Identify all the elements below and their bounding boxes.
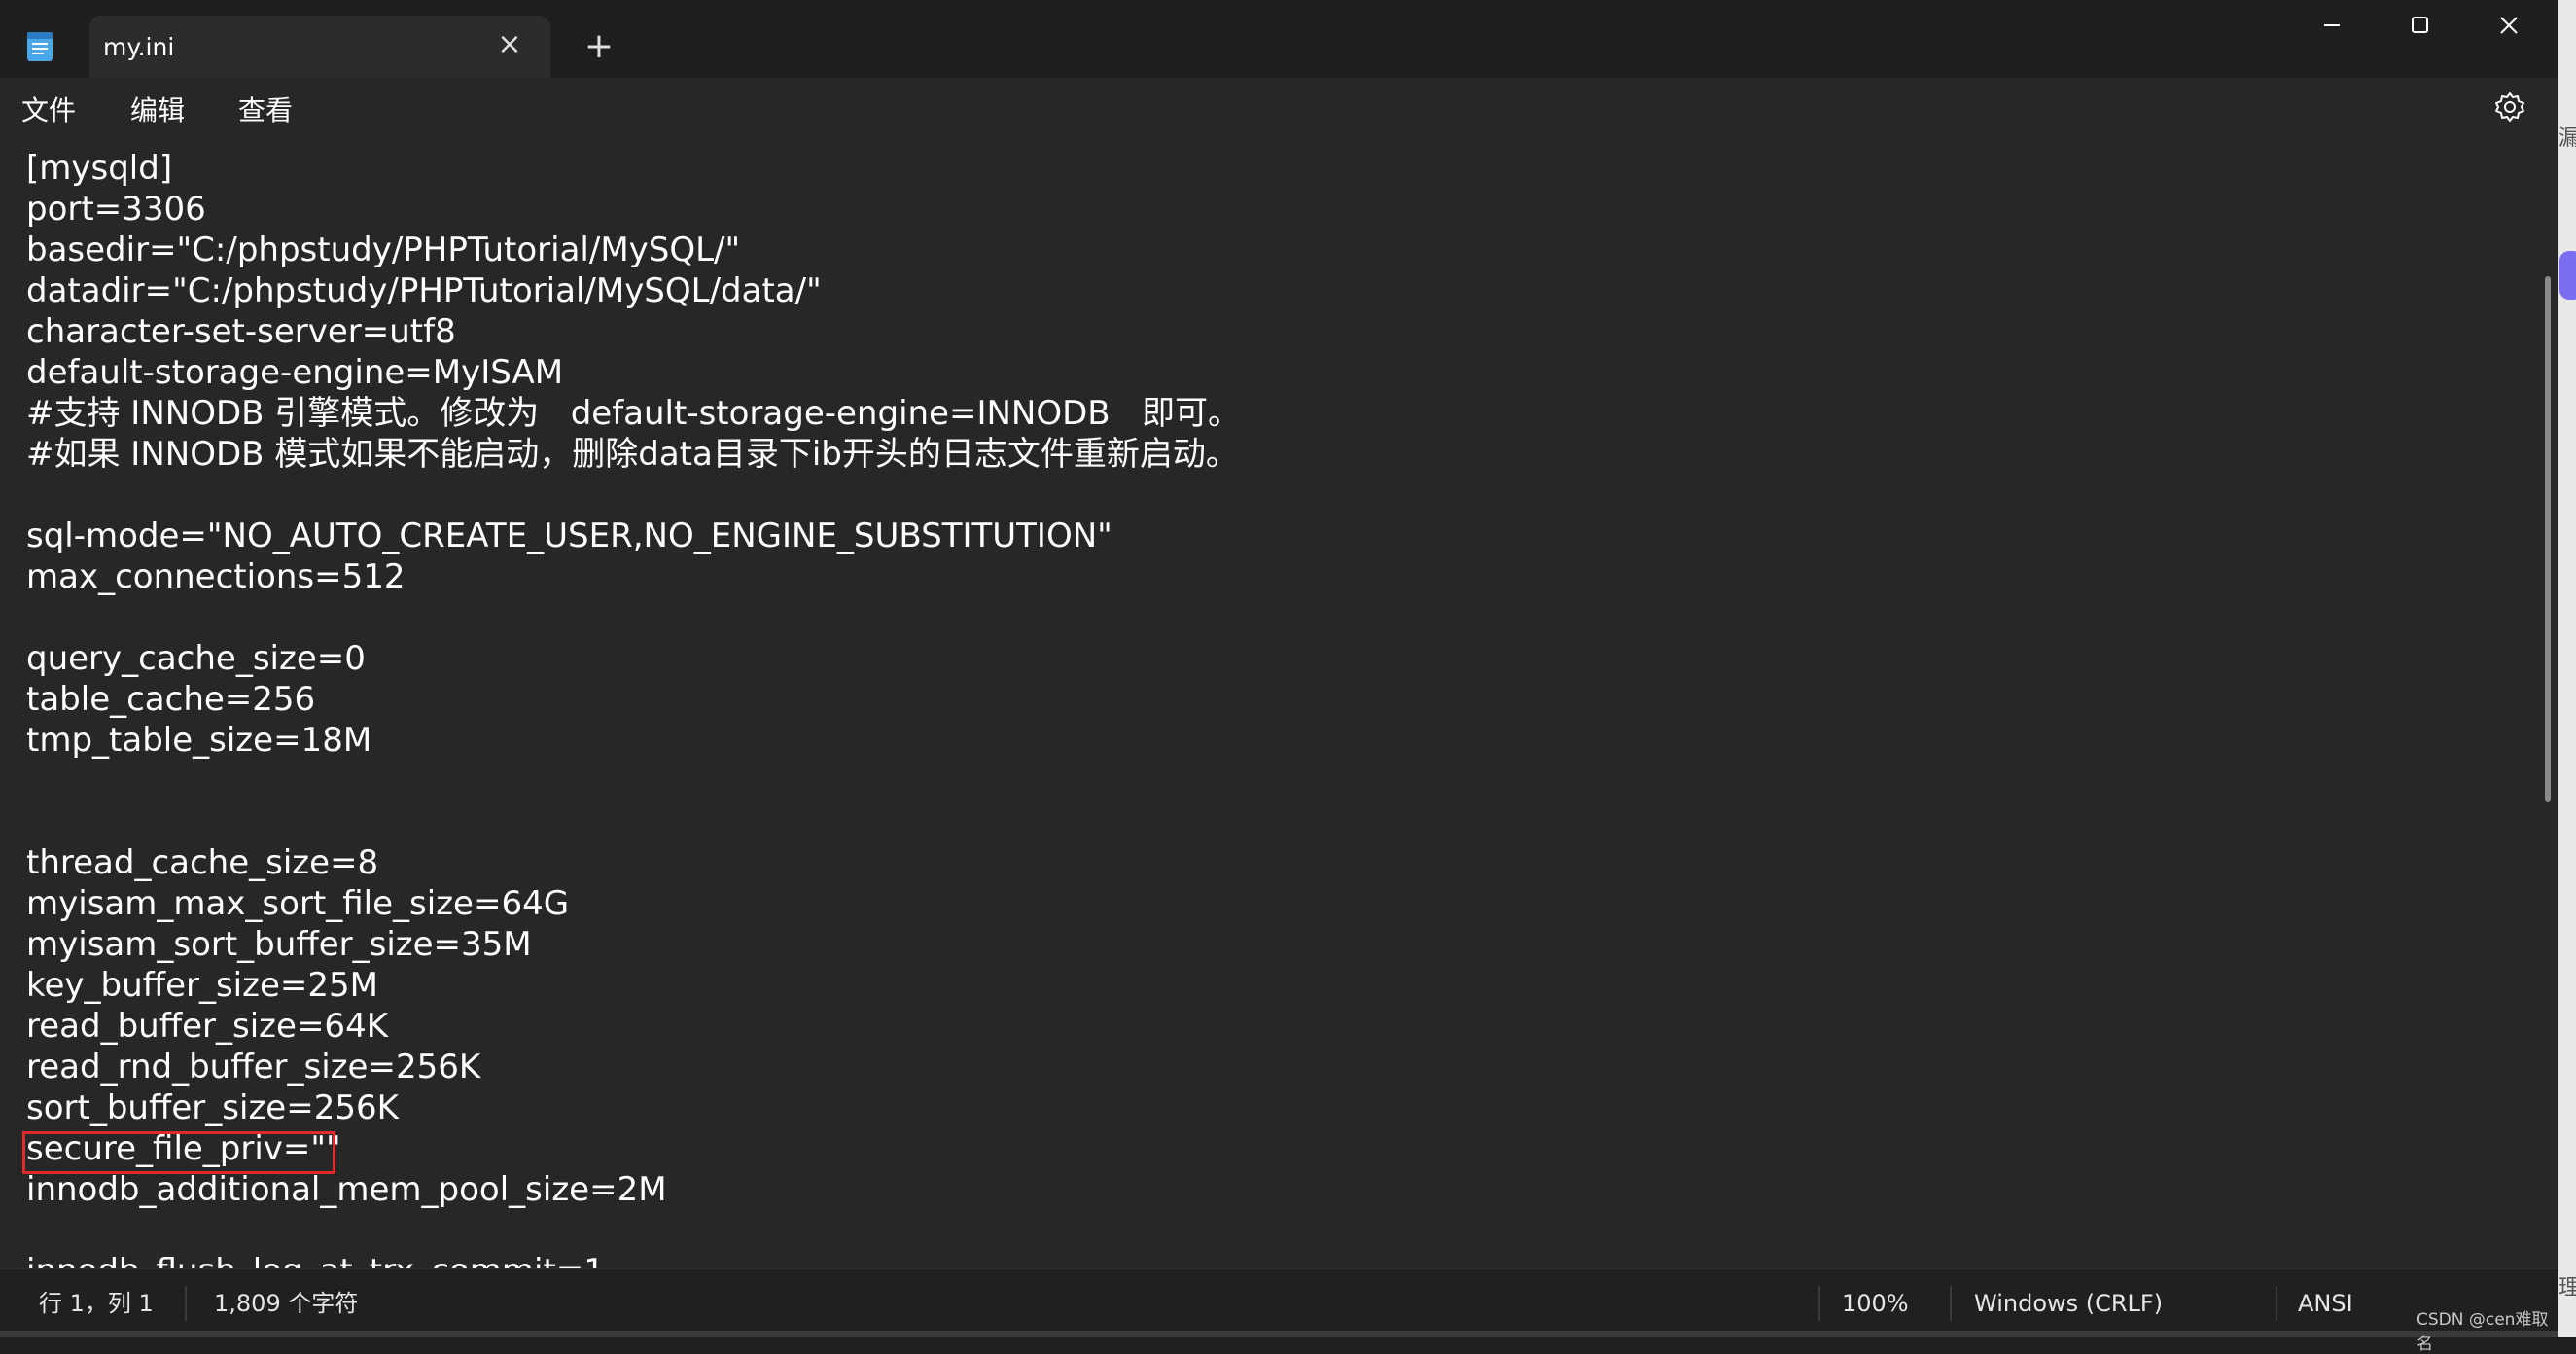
editor-line: sql-mode="NO_AUTO_CREATE_USER,NO_ENGINE_… (26, 517, 1112, 555)
editor-line (26, 475, 1241, 516)
editor-line: default-storage-engine=MyISAM (26, 353, 564, 392)
editor-line: query_cache_size=0 (26, 639, 366, 678)
editor-line (26, 761, 1241, 802)
editor-line: myisam_max_sort_file_size=64G (26, 884, 570, 923)
editor-lines: [mysqld] port=3306 basedir="C:/phpstudy/… (26, 148, 1241, 1268)
editor-line: table_cache=256 (26, 680, 316, 719)
editor-line: max_connections=512 (26, 557, 406, 596)
vertical-scrollbar[interactable] (2540, 140, 2558, 1268)
gear-icon[interactable] (2492, 89, 2527, 125)
tab-close-icon[interactable]: × (492, 27, 527, 62)
background-window-strip: 漏 理 (2558, 0, 2576, 1337)
background-app-icon (2559, 251, 2576, 300)
status-bar (0, 1268, 2558, 1338)
notepad-icon (27, 32, 53, 61)
menu-view[interactable]: 查看 (238, 91, 293, 130)
tab-title: my.ini (103, 33, 175, 61)
editor-line: innodb_additional_mem_pool_size=2M (26, 1170, 667, 1209)
editor-line: #如果 INNODB 模式如果不能启动，删除data目录下ib开头的日志文件重新… (26, 435, 1239, 474)
status-divider (1818, 1286, 1820, 1321)
csdn-watermark: CSDN @cen难取名 (2417, 1310, 2549, 1354)
status-cursor-position: 行 1，列 1 (39, 1290, 154, 1317)
editor-line (26, 1210, 1241, 1251)
status-divider (2276, 1286, 2277, 1321)
scrollbar-thumb[interactable] (2545, 276, 2551, 802)
editor-line: character-set-server=utf8 (26, 312, 456, 351)
editor-line: datadir="C:/phpstudy/PHPTutorial/MySQL/d… (26, 271, 822, 310)
editor-line: innodb_flush_log_at_trx_commit=1 (26, 1251, 1241, 1268)
menu-file[interactable]: 文件 (21, 91, 76, 130)
editor-line: basedir="C:/phpstudy/PHPTutorial/MySQL/" (26, 231, 741, 269)
editor-line (26, 802, 1241, 842)
close-window-icon[interactable] (2480, 4, 2538, 47)
status-divider (1950, 1286, 1952, 1321)
notepad-window: my.ini × + 文件 编辑 查看 [mysqld] port=3306 b… (0, 0, 2558, 1354)
status-divider (185, 1286, 187, 1321)
minimize-icon[interactable] (2303, 4, 2361, 47)
annotation-highlight-box (22, 1131, 335, 1174)
editor-line: port=3306 (26, 190, 206, 229)
background-text-fragment: 漏 (2558, 126, 2576, 151)
editor-line: tmp_table_size=18M (26, 721, 372, 760)
editor-line: sort_buffer_size=256K (26, 1088, 399, 1127)
status-encoding[interactable]: ANSI (2298, 1289, 2353, 1318)
status-zoom[interactable]: 100% (1842, 1289, 1909, 1318)
editor-line: myisam_sort_buffer_size=35M (26, 925, 532, 964)
menu-edit[interactable]: 编辑 (130, 91, 185, 130)
editor-line (26, 597, 1241, 638)
bottom-edge (0, 1331, 2558, 1337)
menu-bar (0, 78, 2558, 140)
background-text-fragment: 理 (2558, 1276, 2576, 1301)
status-char-count: 1,809 个字符 (214, 1290, 359, 1317)
editor-line: [mysqld] (26, 149, 173, 188)
maximize-icon[interactable] (2390, 4, 2449, 47)
editor-line: key_buffer_size=25M (26, 966, 378, 1005)
text-editor[interactable]: [mysqld] port=3306 basedir="C:/phpstudy/… (0, 140, 2540, 1268)
editor-line: thread_cache_size=8 (26, 843, 379, 882)
editor-line: read_buffer_size=64K (26, 1007, 388, 1046)
status-line-ending[interactable]: Windows (CRLF) (1974, 1289, 2163, 1318)
new-tab-icon[interactable]: + (580, 27, 618, 66)
editor-line: #支持 INNODB 引擎模式。修改为 default-storage-engi… (26, 394, 1242, 433)
editor-line: read_rnd_buffer_size=256K (26, 1048, 481, 1087)
